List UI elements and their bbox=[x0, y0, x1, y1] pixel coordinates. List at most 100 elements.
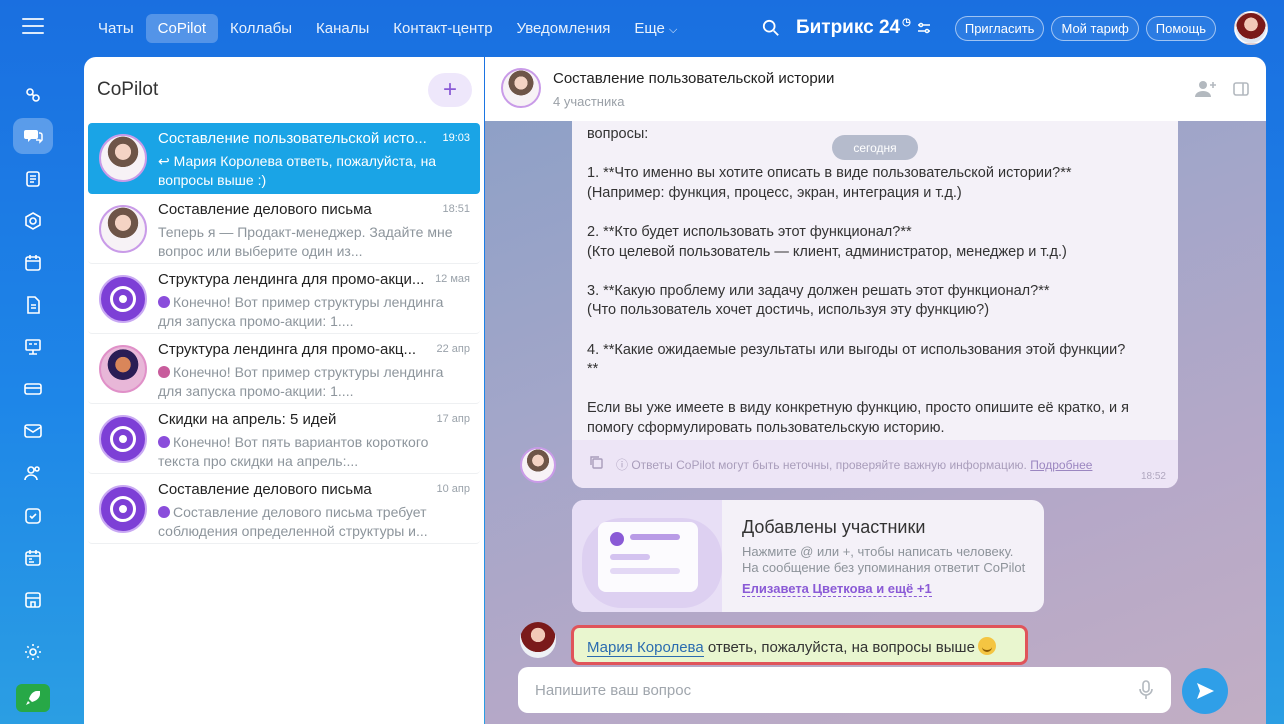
panel-icon[interactable] bbox=[1230, 79, 1252, 99]
tasks-icon[interactable] bbox=[13, 498, 53, 534]
top-navigation: Чаты CoPilot Коллабы Каналы Контакт-цент… bbox=[86, 12, 689, 44]
chat-avatar bbox=[99, 205, 147, 253]
chat-preview-text: Конечно! Вот пять вариантов короткого те… bbox=[158, 434, 429, 469]
copilot-mini-icon bbox=[158, 296, 170, 308]
brand-logo: Битрикс 24 ◷ bbox=[796, 17, 931, 39]
copilot-mini-icon bbox=[158, 436, 170, 448]
left-rail bbox=[0, 0, 66, 724]
document-icon[interactable] bbox=[13, 287, 53, 323]
user-avatar[interactable] bbox=[1234, 11, 1268, 45]
hexagon-icon[interactable] bbox=[13, 203, 53, 239]
chats-icon[interactable] bbox=[13, 118, 53, 154]
copilot-message-text: вопросы: 1. **Что именно вы хотите описа… bbox=[587, 126, 1130, 436]
smile-emoji-icon bbox=[977, 637, 996, 655]
send-icon bbox=[1197, 683, 1214, 699]
chat-preview: ↩ Мария Королева ответь, пожалуйста, на … bbox=[158, 153, 437, 188]
board-icon[interactable] bbox=[13, 329, 53, 365]
chat-list-item[interactable]: Составление пользовательской исто... 19:… bbox=[88, 123, 480, 194]
chat-preview: Конечно! Вот пример структуры лендинга д… bbox=[158, 293, 458, 331]
chat-list-header: CoPilot + bbox=[84, 57, 484, 123]
card-hint-line-1: Нажмите @ или +, чтобы написать человеку… bbox=[742, 544, 1014, 559]
date-divider: сегодня bbox=[832, 135, 918, 160]
chat-time: 10 апр bbox=[436, 483, 470, 495]
nav-more[interactable]: Еще ⌵ bbox=[622, 14, 689, 43]
role-mini-icon bbox=[158, 366, 170, 378]
copilot-mini-icon bbox=[158, 506, 170, 518]
my-message-text: Мария Королева ответь, пожалуйста, на во… bbox=[587, 637, 996, 657]
chat-list-item[interactable]: Структура лендинга для промо-акц... 22 а… bbox=[88, 334, 480, 404]
nav-contact-center[interactable]: Контакт-центр bbox=[381, 14, 504, 43]
nav-chats[interactable]: Чаты bbox=[86, 14, 146, 43]
feed-icon[interactable] bbox=[13, 161, 53, 197]
calendar-icon[interactable] bbox=[13, 245, 53, 281]
disclaimer: ⓘ Ответы CoPilot могут быть неточны, про… bbox=[616, 456, 1092, 473]
chevron-down-icon: ⌵ bbox=[669, 23, 678, 36]
copilot-avatar bbox=[99, 485, 147, 533]
copilot-message-footer: ⓘ Ответы CoPilot могут быть неточны, про… bbox=[572, 440, 1178, 488]
chat-preview: Конечно! Вот пример структуры лендинга д… bbox=[158, 363, 458, 401]
my-message: Мария Королева ответь, пожалуйста, на во… bbox=[571, 625, 1028, 665]
copilot-message-avatar bbox=[520, 447, 556, 483]
nav-channels[interactable]: Каналы bbox=[304, 14, 381, 43]
card-icon[interactable] bbox=[13, 371, 53, 407]
nav-copilot[interactable]: CoPilot bbox=[145, 13, 219, 43]
users-icon[interactable] bbox=[13, 455, 53, 491]
chat-time: 22 апр bbox=[436, 343, 470, 355]
user-mention[interactable]: Мария Королева bbox=[587, 639, 704, 657]
settings-icon[interactable] bbox=[13, 634, 53, 670]
chat-name: Структура лендинга для промо-акци... bbox=[158, 271, 425, 288]
chat-avatar bbox=[99, 134, 147, 182]
chat-name: Составление делового письма bbox=[158, 201, 372, 218]
chat-preview-text: Конечно! Вот пример структуры лендинга д… bbox=[158, 364, 444, 399]
microphone-icon[interactable] bbox=[1139, 680, 1153, 700]
search-icon[interactable] bbox=[762, 19, 780, 37]
message-input[interactable] bbox=[518, 667, 1118, 713]
message-time: 18:52 bbox=[1140, 471, 1166, 482]
chat-time: 19:03 bbox=[442, 132, 470, 144]
chat-name: Составление делового письма bbox=[158, 481, 372, 498]
invite-button[interactable]: Пригласить bbox=[954, 15, 1045, 41]
participants-link[interactable]: Елизавета Цветкова и ещё +1 bbox=[742, 581, 932, 597]
store-icon[interactable] bbox=[13, 582, 53, 618]
chat-name: Составление пользовательской исто... bbox=[158, 130, 427, 147]
help-button[interactable]: Помощь bbox=[1145, 15, 1216, 41]
nav-more-label: Еще bbox=[634, 19, 665, 37]
collaboration-icon[interactable] bbox=[13, 77, 53, 113]
new-chat-button[interactable]: + bbox=[428, 73, 472, 107]
hamburger-icon[interactable] bbox=[22, 18, 44, 36]
chat-title[interactable]: Составление пользовательской истории bbox=[553, 70, 834, 87]
add-user-icon[interactable] bbox=[1195, 79, 1217, 99]
settings-sliders-icon[interactable] bbox=[917, 22, 931, 34]
participants-added-card: Добавлены участники Нажмите @ или +, что… bbox=[572, 500, 1044, 612]
top-right-bar: Битрикс 24 ◷ Пригласить Мой тариф Помощь bbox=[762, 11, 1284, 45]
nav-collabs[interactable]: Коллабы bbox=[218, 14, 304, 43]
clock-icon: ◷ bbox=[902, 16, 911, 28]
rocket-icon[interactable] bbox=[16, 684, 50, 712]
card-title: Добавлены участники bbox=[742, 517, 926, 537]
chat-list-title: CoPilot bbox=[97, 79, 159, 100]
copy-icon[interactable] bbox=[588, 454, 604, 470]
copilot-avatar bbox=[99, 275, 147, 323]
brand-number: 24 bbox=[878, 17, 901, 38]
message-composer bbox=[518, 667, 1171, 713]
chat-list-item[interactable]: Составление делового письма 18:51 Теперь… bbox=[88, 194, 480, 264]
chat-preview: Конечно! Вот пять вариантов короткого те… bbox=[158, 433, 458, 471]
disclaimer-text: ⓘ Ответы CoPilot могут быть неточны, про… bbox=[616, 458, 1027, 472]
chat-list-item[interactable]: Составление делового письма 10 апр Соста… bbox=[88, 474, 480, 544]
card-hint-line-2: На сообщение без упоминания ответит CoPi… bbox=[742, 560, 1026, 575]
chat-panel: вопросы: 1. **Что именно вы хотите описа… bbox=[485, 57, 1266, 724]
planner-icon[interactable] bbox=[13, 540, 53, 576]
copilot-avatar bbox=[99, 415, 147, 463]
chat-list-item[interactable]: Структура лендинга для промо-акци... 12 … bbox=[88, 264, 480, 334]
my-avatar bbox=[520, 622, 556, 658]
participants-count[interactable]: 4 участника bbox=[553, 94, 624, 109]
send-button[interactable] bbox=[1182, 668, 1228, 714]
chat-time: 18:51 bbox=[442, 203, 470, 215]
nav-notifications[interactable]: Уведомления bbox=[505, 14, 623, 43]
tariff-button[interactable]: Мой тариф bbox=[1051, 15, 1139, 41]
chat-list-item[interactable]: Скидки на апрель: 5 идей 17 апр Конечно!… bbox=[88, 404, 480, 474]
mail-icon[interactable] bbox=[13, 413, 53, 449]
chat-header-avatar[interactable] bbox=[501, 68, 541, 108]
learn-more-link[interactable]: Подробнее bbox=[1030, 458, 1092, 472]
chat-time: 12 мая bbox=[435, 273, 470, 285]
